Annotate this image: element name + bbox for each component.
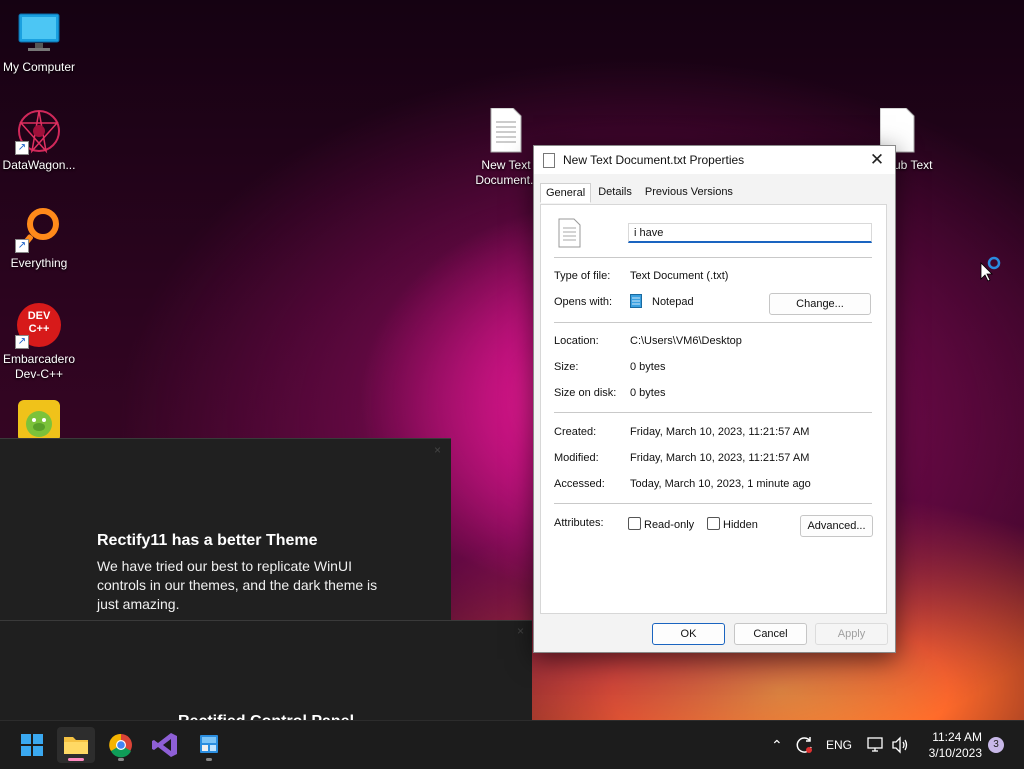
notification-badge[interactable]: 3: [988, 737, 1004, 753]
tab-previous-versions[interactable]: Previous Versions: [639, 182, 739, 202]
clock-date: 3/10/2023: [928, 746, 982, 760]
desktop-icon-label: DataWagon...: [2, 158, 76, 172]
ok-button[interactable]: OK: [652, 623, 725, 645]
sync-icon[interactable]: [794, 735, 814, 758]
hidden-checkbox[interactable]: Hidden: [707, 517, 758, 531]
size-on-disk-value: 0 bytes: [630, 387, 666, 399]
desktop-icon-everything[interactable]: ↗ Everything: [0, 206, 78, 271]
desktop-icon-datawagon[interactable]: ↗ DataWagon...: [0, 108, 78, 173]
taskbar-file-explorer[interactable]: [57, 727, 95, 763]
modified-value: Friday, March 10, 2023, 11:21:57 AM: [630, 452, 810, 464]
shortcut-arrow-icon: ↗: [15, 141, 29, 155]
read-only-label: Read-only: [644, 519, 695, 531]
accessed-label: Accessed:: [554, 478, 605, 490]
dialog-title: New Text Document.txt Properties: [563, 153, 745, 167]
hidden-label: Hidden: [723, 519, 758, 531]
active-indicator: [68, 758, 84, 761]
desktop-icon-my-computer[interactable]: My Computer: [0, 10, 78, 75]
running-indicator: [118, 758, 124, 761]
devcpp-logo-text: DEV C++: [27, 310, 51, 335]
advanced-button-label: Advanced...: [807, 520, 866, 532]
apply-button-label: Apply: [837, 628, 866, 640]
created-label: Created:: [554, 426, 597, 438]
tab-details[interactable]: Details: [592, 182, 638, 202]
rectify-control-panel-window: × Rectified Control Panel: [0, 620, 532, 721]
general-pane: i have Type of file: Text Document (.txt…: [540, 204, 887, 614]
ok-button-label: OK: [680, 628, 697, 640]
banner-title: Rectify11 has a better Theme: [97, 532, 318, 549]
clock-time: 11:24 AM: [932, 730, 982, 744]
clock[interactable]: 11:24 AM 3/10/2023: [918, 729, 982, 761]
shortcut-arrow-icon: ↗: [15, 335, 29, 349]
change-button[interactable]: Change...: [769, 293, 871, 315]
divider: [554, 412, 872, 413]
cancel-button[interactable]: Cancel: [734, 623, 807, 645]
location-value: C:\Users\VM6\Desktop: [630, 335, 742, 347]
text-file-icon: [483, 107, 529, 154]
network-icon[interactable]: [866, 735, 886, 758]
bad-piggies-icon: [16, 400, 62, 438]
dialog-title-bar[interactable]: New Text Document.txt Properties ✕: [534, 146, 895, 174]
desktop-icon-game[interactable]: [0, 400, 78, 438]
type-label: Type of file:: [554, 270, 611, 282]
desktop-icon-label: Everything: [10, 256, 68, 270]
shortcut-arrow-icon: ↗: [15, 239, 29, 253]
apply-button[interactable]: Apply: [815, 623, 888, 645]
location-label: Location:: [554, 335, 599, 347]
properties-dialog: New Text Document.txt Properties ✕ Gener…: [533, 145, 896, 653]
change-button-label: Change...: [796, 298, 844, 310]
datawagon-icon: ↗: [15, 108, 62, 155]
language-indicator[interactable]: ENG: [826, 721, 852, 769]
size-value: 0 bytes: [630, 361, 666, 373]
busy-cursor-icon: [980, 256, 1004, 287]
divider: [554, 322, 872, 323]
banner-text: We have tried our best to replicate WinU…: [97, 558, 378, 612]
taskbar-visual-studio[interactable]: [146, 727, 184, 763]
file-name-input[interactable]: i have: [628, 223, 872, 243]
desktop-icon-devcpp[interactable]: DEV C++ ↗ Embarcadero Dev-C++: [0, 302, 78, 382]
taskbar: ⌃ ENG 11:24 AM 3/10/2023 3: [0, 720, 1024, 769]
modified-label: Modified:: [554, 452, 599, 464]
read-only-checkbox[interactable]: Read-only: [628, 517, 694, 531]
show-hidden-icons-chevron-up-icon[interactable]: ⌃: [771, 721, 783, 769]
text-file-icon: [543, 153, 555, 168]
volume-icon[interactable]: [890, 735, 910, 758]
accessed-value: Today, March 10, 2023, 1 minute ago: [630, 478, 811, 490]
start-button[interactable]: [13, 727, 51, 763]
window-close-icon[interactable]: ×: [517, 624, 524, 638]
desktop-icon-label: My Computer: [2, 60, 76, 74]
magnifier-icon: ↗: [15, 206, 62, 253]
close-button[interactable]: ✕: [859, 146, 895, 174]
tab-strip: General Details Previous Versions: [540, 182, 737, 204]
type-value: Text Document (.txt): [630, 270, 729, 282]
rectify-banner: × Rectify11 has a better Theme We have t…: [0, 438, 451, 621]
desktop-icon-label: Embarcadero Dev-C++: [2, 352, 76, 381]
divider: [554, 503, 872, 504]
opens-with-label: Opens with:: [554, 296, 613, 308]
attributes-label: Attributes:: [554, 517, 604, 529]
opens-with-value: Notepad: [652, 296, 694, 308]
tab-general[interactable]: General: [540, 183, 592, 203]
divider: [554, 257, 872, 258]
banner-close-icon[interactable]: ×: [434, 443, 441, 457]
running-indicator: [206, 758, 212, 761]
monitor-icon: [16, 10, 62, 56]
visual-studio-icon: [152, 733, 177, 757]
notepad-icon: [630, 293, 642, 311]
taskbar-control-panel[interactable]: [190, 727, 228, 763]
advanced-button[interactable]: Advanced...: [800, 515, 873, 537]
size-on-disk-label: Size on disk:: [554, 387, 617, 399]
cancel-button-label: Cancel: [753, 628, 788, 640]
created-value: Friday, March 10, 2023, 11:21:57 AM: [630, 426, 810, 438]
devcpp-icon: DEV C++ ↗: [15, 302, 62, 349]
file-type-icon: [558, 218, 582, 251]
size-label: Size:: [554, 361, 579, 373]
taskbar-chrome[interactable]: [102, 727, 140, 763]
checkbox-box[interactable]: [628, 517, 641, 530]
checkbox-box[interactable]: [707, 517, 720, 530]
windows-logo-icon: [21, 734, 43, 756]
